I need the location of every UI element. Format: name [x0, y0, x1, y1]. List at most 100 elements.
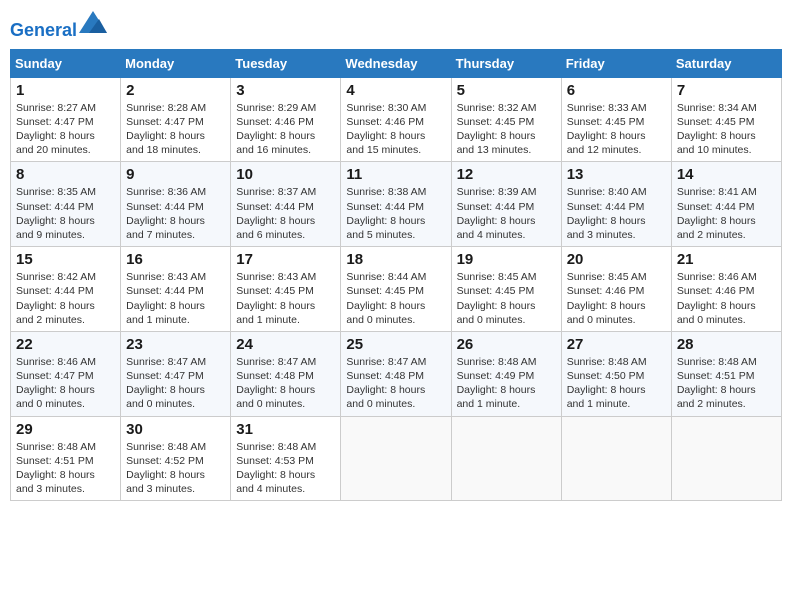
day-header-monday: Monday	[121, 49, 231, 77]
calendar-cell: 19 Sunrise: 8:45 AMSunset: 4:45 PMDayligh…	[451, 247, 561, 332]
calendar-cell: 27 Sunrise: 8:48 AMSunset: 4:50 PMDayligh…	[561, 331, 671, 416]
day-info: Sunrise: 8:48 AMSunset: 4:50 PMDaylight:…	[567, 355, 666, 412]
day-number: 13	[567, 166, 666, 183]
day-info: Sunrise: 8:28 AMSunset: 4:47 PMDaylight:…	[126, 101, 225, 158]
calendar-cell: 23 Sunrise: 8:47 AMSunset: 4:47 PMDayligh…	[121, 331, 231, 416]
calendar-cell: 10 Sunrise: 8:37 AMSunset: 4:44 PMDayligh…	[231, 162, 341, 247]
day-header-tuesday: Tuesday	[231, 49, 341, 77]
calendar-cell: 24 Sunrise: 8:47 AMSunset: 4:48 PMDayligh…	[231, 331, 341, 416]
day-number: 5	[457, 82, 556, 99]
day-number: 25	[346, 336, 445, 353]
week-row-3: 15 Sunrise: 8:42 AMSunset: 4:44 PMDayligh…	[11, 247, 782, 332]
calendar-cell: 30 Sunrise: 8:48 AMSunset: 4:52 PMDayligh…	[121, 416, 231, 501]
calendar-cell	[341, 416, 451, 501]
calendar-cell: 18 Sunrise: 8:44 AMSunset: 4:45 PMDayligh…	[341, 247, 451, 332]
day-info: Sunrise: 8:48 AMSunset: 4:52 PMDaylight:…	[126, 440, 225, 497]
day-number: 4	[346, 82, 445, 99]
day-number: 31	[236, 421, 335, 438]
day-info: Sunrise: 8:42 AMSunset: 4:44 PMDaylight:…	[16, 270, 115, 327]
day-info: Sunrise: 8:37 AMSunset: 4:44 PMDaylight:…	[236, 185, 335, 242]
calendar-cell	[451, 416, 561, 501]
day-info: Sunrise: 8:48 AMSunset: 4:51 PMDaylight:…	[16, 440, 115, 497]
day-number: 11	[346, 166, 445, 183]
calendar-cell: 8Sunrise: 8:35 AMSunset: 4:44 PMDaylight…	[11, 162, 121, 247]
day-header-sunday: Sunday	[11, 49, 121, 77]
day-number: 1	[16, 82, 115, 99]
day-number: 21	[677, 251, 776, 268]
day-number: 19	[457, 251, 556, 268]
calendar-cell: 4 Sunrise: 8:30 AMSunset: 4:46 PMDaylight…	[341, 77, 451, 162]
page-header: General	[10, 10, 782, 41]
day-number: 16	[126, 251, 225, 268]
logo-text: General	[10, 10, 107, 41]
day-info: Sunrise: 8:43 AMSunset: 4:45 PMDaylight:…	[236, 270, 335, 327]
day-number: 18	[346, 251, 445, 268]
day-info: Sunrise: 8:33 AMSunset: 4:45 PMDaylight:…	[567, 101, 666, 158]
logo-icon	[79, 10, 107, 34]
day-info: Sunrise: 8:43 AMSunset: 4:44 PMDaylight:…	[126, 270, 225, 327]
day-number: 7	[677, 82, 776, 99]
day-info: Sunrise: 8:39 AMSunset: 4:44 PMDaylight:…	[457, 185, 556, 242]
day-info: Sunrise: 8:48 AMSunset: 4:49 PMDaylight:…	[457, 355, 556, 412]
day-info: Sunrise: 8:44 AMSunset: 4:45 PMDaylight:…	[346, 270, 445, 327]
day-info: Sunrise: 8:45 AMSunset: 4:46 PMDaylight:…	[567, 270, 666, 327]
day-number: 3	[236, 82, 335, 99]
calendar-cell	[561, 416, 671, 501]
day-info: Sunrise: 8:48 AMSunset: 4:51 PMDaylight:…	[677, 355, 776, 412]
day-number: 12	[457, 166, 556, 183]
day-info: Sunrise: 8:32 AMSunset: 4:45 PMDaylight:…	[457, 101, 556, 158]
calendar-cell: 25 Sunrise: 8:47 AMSunset: 4:48 PMDayligh…	[341, 331, 451, 416]
calendar-cell: 16 Sunrise: 8:43 AMSunset: 4:44 PMDayligh…	[121, 247, 231, 332]
day-header-friday: Friday	[561, 49, 671, 77]
calendar-cell: 6 Sunrise: 8:33 AMSunset: 4:45 PMDaylight…	[561, 77, 671, 162]
day-number: 10	[236, 166, 335, 183]
calendar-cell: 26Sunrise: 8:48 AMSunset: 4:49 PMDayligh…	[451, 331, 561, 416]
day-number: 23	[126, 336, 225, 353]
day-info: Sunrise: 8:47 AMSunset: 4:47 PMDaylight:…	[126, 355, 225, 412]
calendar-cell: 5 Sunrise: 8:32 AMSunset: 4:45 PMDaylight…	[451, 77, 561, 162]
calendar-cell: 20Sunrise: 8:45 AMSunset: 4:46 PMDayligh…	[561, 247, 671, 332]
day-info: Sunrise: 8:46 AMSunset: 4:47 PMDaylight:…	[16, 355, 115, 412]
day-info: Sunrise: 8:36 AMSunset: 4:44 PMDaylight:…	[126, 185, 225, 242]
week-row-1: 1 Sunrise: 8:27 AMSunset: 4:47 PMDaylight…	[11, 77, 782, 162]
day-number: 24	[236, 336, 335, 353]
calendar-cell: 13Sunrise: 8:40 AMSunset: 4:44 PMDayligh…	[561, 162, 671, 247]
day-header-thursday: Thursday	[451, 49, 561, 77]
calendar-cell: 7 Sunrise: 8:34 AMSunset: 4:45 PMDaylight…	[671, 77, 781, 162]
day-info: Sunrise: 8:41 AMSunset: 4:44 PMDaylight:…	[677, 185, 776, 242]
calendar-cell: 9 Sunrise: 8:36 AMSunset: 4:44 PMDaylight…	[121, 162, 231, 247]
day-info: Sunrise: 8:27 AMSunset: 4:47 PMDaylight:…	[16, 101, 115, 158]
day-info: Sunrise: 8:30 AMSunset: 4:46 PMDaylight:…	[346, 101, 445, 158]
day-info: Sunrise: 8:47 AMSunset: 4:48 PMDaylight:…	[346, 355, 445, 412]
calendar-cell: 28 Sunrise: 8:48 AMSunset: 4:51 PMDayligh…	[671, 331, 781, 416]
day-number: 6	[567, 82, 666, 99]
day-number: 28	[677, 336, 776, 353]
day-number: 27	[567, 336, 666, 353]
calendar-cell: 3 Sunrise: 8:29 AMSunset: 4:46 PMDaylight…	[231, 77, 341, 162]
day-info: Sunrise: 8:34 AMSunset: 4:45 PMDaylight:…	[677, 101, 776, 158]
calendar-cell	[671, 416, 781, 501]
logo: General	[10, 10, 107, 41]
calendar-cell: 29Sunrise: 8:48 AMSunset: 4:51 PMDayligh…	[11, 416, 121, 501]
day-number: 30	[126, 421, 225, 438]
week-row-5: 29Sunrise: 8:48 AMSunset: 4:51 PMDayligh…	[11, 416, 782, 501]
calendar-cell: 21 Sunrise: 8:46 AMSunset: 4:46 PMDayligh…	[671, 247, 781, 332]
day-info: Sunrise: 8:29 AMSunset: 4:46 PMDaylight:…	[236, 101, 335, 158]
day-number: 15	[16, 251, 115, 268]
day-info: Sunrise: 8:35 AMSunset: 4:44 PMDaylight:…	[16, 185, 115, 242]
day-number: 2	[126, 82, 225, 99]
calendar-cell: 2 Sunrise: 8:28 AMSunset: 4:47 PMDaylight…	[121, 77, 231, 162]
day-info: Sunrise: 8:46 AMSunset: 4:46 PMDaylight:…	[677, 270, 776, 327]
calendar-cell: 31Sunrise: 8:48 AMSunset: 4:53 PMDayligh…	[231, 416, 341, 501]
calendar-cell: 1 Sunrise: 8:27 AMSunset: 4:47 PMDaylight…	[11, 77, 121, 162]
day-header-wednesday: Wednesday	[341, 49, 451, 77]
day-number: 9	[126, 166, 225, 183]
week-row-2: 8Sunrise: 8:35 AMSunset: 4:44 PMDaylight…	[11, 162, 782, 247]
calendar-table: SundayMondayTuesdayWednesdayThursdayFrid…	[10, 49, 782, 501]
calendar-cell: 22Sunrise: 8:46 AMSunset: 4:47 PMDayligh…	[11, 331, 121, 416]
day-info: Sunrise: 8:47 AMSunset: 4:48 PMDaylight:…	[236, 355, 335, 412]
calendar-cell: 12 Sunrise: 8:39 AMSunset: 4:44 PMDayligh…	[451, 162, 561, 247]
week-row-4: 22Sunrise: 8:46 AMSunset: 4:47 PMDayligh…	[11, 331, 782, 416]
day-info: Sunrise: 8:45 AMSunset: 4:45 PMDaylight:…	[457, 270, 556, 327]
day-header-saturday: Saturday	[671, 49, 781, 77]
